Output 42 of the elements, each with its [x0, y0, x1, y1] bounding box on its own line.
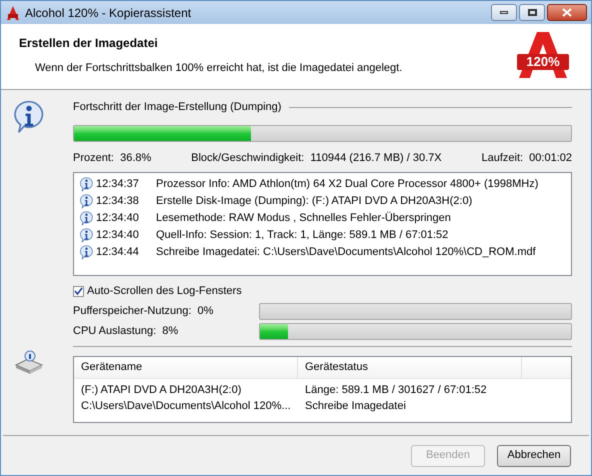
- log-message: Schreibe Imagedatei: C:\Users\Dave\Documents\Alcohol 120%\CD_ROM.mdf: [156, 245, 536, 260]
- column-header[interactable]: Gerätestatus: [298, 356, 522, 378]
- log-message: Quell-Info: Session: 1, Track: 1, Länge: 589.1 MB / 67:01:52: [156, 228, 448, 244]
- window-title: Alcohol 120% - Kopierassistent: [25, 4, 192, 22]
- log-message: Lesemethode: RAW Modus , Schnelles Fehler-Überspringen: [156, 210, 451, 226]
- info-icon: [12, 100, 46, 134]
- meter-label: CPU Auslastung: 8%: [73, 324, 180, 339]
- log-time: 12:34:37: [96, 177, 140, 192]
- info-icon: [79, 245, 94, 260]
- header-title: Erstellen der Imagedatei: [19, 35, 159, 52]
- check-icon: [74, 286, 83, 296]
- close-icon: [562, 8, 572, 17]
- auto-scroll-checkbox[interactable]: Auto-Scrollen des Log-Fensters: [73, 283, 572, 300]
- table-cell-text: (F:) ATAPI DVD A DH20A3H(2:0): [80, 383, 242, 398]
- table-cell-text: Länge: 589.1 MB / 301627 / 67:01:52: [304, 383, 488, 398]
- table-cell-text: Schreibe Imagedatei: [304, 399, 407, 414]
- info-icon: [79, 211, 94, 226]
- info-icon: [79, 177, 94, 192]
- log-time: 12:34:38: [96, 194, 140, 210]
- logo-icon: [5, 4, 21, 20]
- checkbox[interactable]: [73, 286, 84, 297]
- log-message: Prozessor Info: AMD Athlon(tm) 64 X2 Dual Core Processor 4800+ (1998MHz): [156, 177, 538, 192]
- progress-title: Fortschritt der Image-Erstellung (Dumping): [73, 100, 282, 115]
- meter-label: Pufferspeicher-Nutzung: 0%: [73, 304, 214, 319]
- drive-icon: [14, 349, 44, 375]
- dialog-button[interactable]: Abbrechen: [497, 444, 571, 466]
- log-message: Erstelle Disk-Image (Dumping): (F:) ATAPI DVD A DH20A3H(2:0): [156, 194, 472, 210]
- minimize-button[interactable]: [491, 4, 517, 21]
- info-icon: [79, 194, 94, 209]
- column-header[interactable]: Gerätename: [74, 356, 298, 378]
- close-button[interactable]: [547, 4, 587, 21]
- log-time: 12:34:44: [96, 245, 140, 260]
- logo-text: 120%: [517, 54, 569, 70]
- log-time: 12:34:40: [96, 211, 140, 226]
- table-cell-text: C:\Users\Dave\Documents\Alcohol 120%...: [80, 399, 292, 414]
- info-icon: [79, 228, 94, 243]
- progress-stat: Block/Geschwindigkeit: 110944 (216.7 MB) / 30.7X: [191, 150, 442, 166]
- log-time: 12:34:40: [96, 228, 140, 244]
- progress-stat: Laufzeit: 00:01:02: [481, 150, 572, 166]
- maximize-button[interactable]: [519, 4, 545, 21]
- progress-stat: Prozent: 36.8%: [73, 150, 152, 166]
- header-subtitle: Wenn der Fortschrittsbalken 100% erreicht hat, ist die Imagedatei angelegt.: [34, 61, 404, 76]
